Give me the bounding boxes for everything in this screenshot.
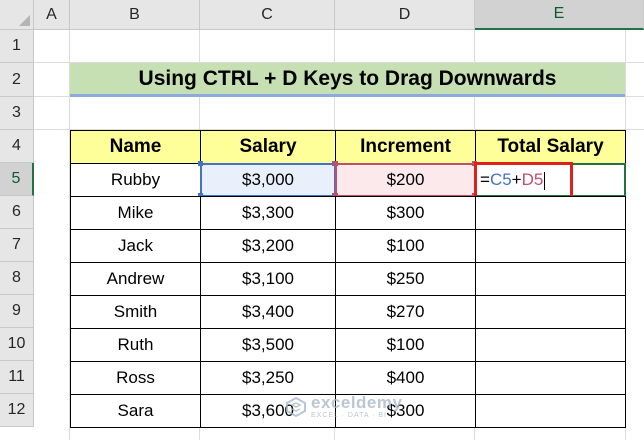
cell-salary[interactable]: $3,200 [200, 229, 336, 263]
cell-total-salary[interactable] [475, 262, 626, 296]
cell-name[interactable]: Rubby [70, 163, 201, 197]
highlight-box [474, 162, 573, 199]
cell-increment[interactable]: $300 [335, 196, 476, 230]
header-name[interactable]: Name [70, 130, 201, 164]
header-increment[interactable]: Increment [335, 130, 476, 164]
ref-handle[interactable] [198, 161, 203, 166]
cell-name[interactable]: Ross [70, 361, 201, 395]
column-header-a[interactable]: A [34, 0, 70, 30]
cell-total-salary[interactable] [475, 196, 626, 230]
row-header-3[interactable]: 3 [0, 97, 34, 130]
cell-total-salary[interactable] [475, 295, 626, 329]
cell-salary[interactable]: $3,500 [200, 328, 336, 362]
cell-name[interactable]: Sara [70, 394, 201, 428]
cell-name[interactable]: Jack [70, 229, 201, 263]
row-header-7[interactable]: 7 [0, 229, 34, 262]
header-total-salary[interactable]: Total Salary [475, 130, 626, 164]
cell-salary[interactable]: $3,300 [200, 196, 336, 230]
cell-increment[interactable]: $200 [335, 163, 476, 197]
cell-increment[interactable]: $100 [335, 229, 476, 263]
cell-name[interactable]: Smith [70, 295, 201, 329]
column-header-d[interactable]: D [335, 0, 475, 30]
row-header-1[interactable]: 1 [0, 30, 34, 63]
cell-total-salary[interactable] [475, 328, 626, 362]
cell-salary[interactable]: $3,000 [200, 163, 336, 197]
cell-name[interactable]: Mike [70, 196, 201, 230]
row-header-9[interactable]: 9 [0, 295, 34, 328]
cell-total-salary[interactable] [475, 229, 626, 263]
column-header-c[interactable]: C [200, 0, 335, 30]
watermark-logo-icon [286, 396, 306, 418]
column-header-b[interactable]: B [70, 0, 200, 30]
row-header-10[interactable]: 10 [0, 328, 34, 361]
header-salary[interactable]: Salary [200, 130, 336, 164]
select-all-icon [19, 15, 30, 26]
row-header-6[interactable]: 6 [0, 196, 34, 229]
watermark: exceldemy EXCEL · DATA · BI [285, 390, 405, 430]
select-all-corner[interactable] [0, 0, 34, 30]
cell-increment[interactable]: $250 [335, 262, 476, 296]
cell-name[interactable]: Ruth [70, 328, 201, 362]
row-header-11[interactable]: 11 [0, 361, 34, 394]
row-header-8[interactable]: 8 [0, 262, 34, 295]
row-header-5[interactable]: 5 [0, 163, 34, 196]
ref-handle[interactable] [333, 161, 338, 166]
cell-name[interactable]: Andrew [70, 262, 201, 296]
watermark-name: exceldemy [311, 393, 403, 412]
cell-salary[interactable]: $3,100 [200, 262, 336, 296]
watermark-tagline: EXCEL · DATA · BI [311, 412, 387, 419]
row-header-12[interactable]: 12 [0, 394, 34, 427]
cell-salary[interactable]: $3,400 [200, 295, 336, 329]
row-header-4[interactable]: 4 [0, 130, 34, 163]
row-header-2[interactable]: 2 [0, 63, 34, 97]
cell-total-salary[interactable] [475, 361, 626, 395]
cell-total-salary[interactable] [475, 394, 626, 428]
cell-increment[interactable]: $100 [335, 328, 476, 362]
cell-increment[interactable]: $270 [335, 295, 476, 329]
column-header-e[interactable]: E [475, 0, 644, 30]
sheet-title[interactable]: Using CTRL + D Keys to Drag Downwards [70, 63, 625, 97]
